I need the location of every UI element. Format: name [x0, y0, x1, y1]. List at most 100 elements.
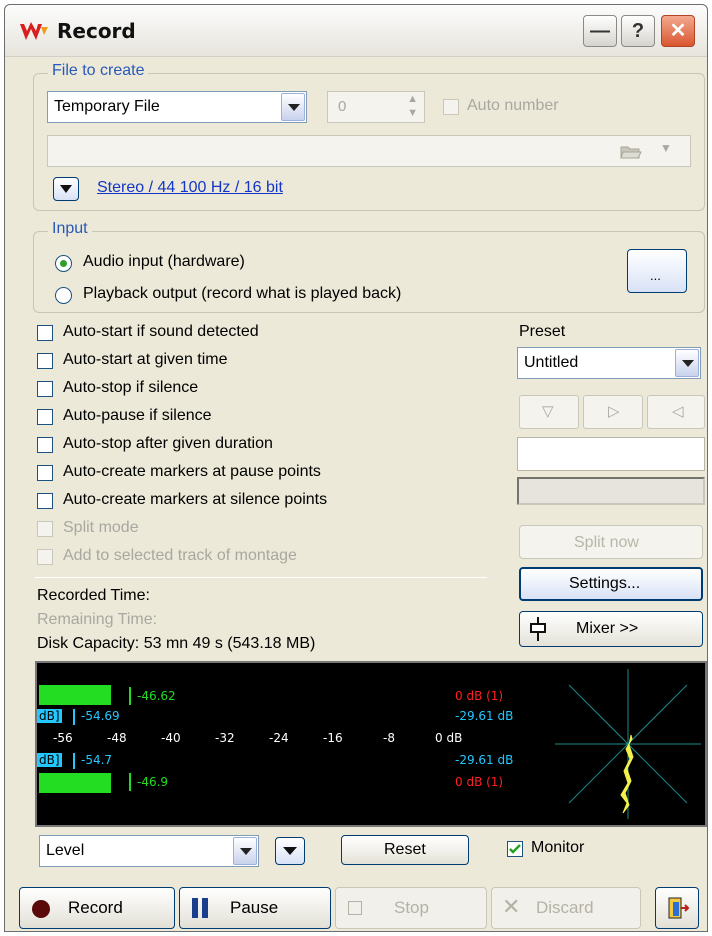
clip-count-right: 0 dB (1)	[455, 775, 504, 789]
rms-tag-left: dB]	[37, 709, 62, 723]
peak-value-left: -46.62	[137, 689, 176, 703]
option-label: Auto-create markers at pause points	[63, 463, 321, 480]
phase-scope	[555, 669, 701, 819]
input-group-legend: Input	[48, 220, 92, 238]
monitor-label: Monitor	[531, 839, 585, 856]
ellipsis-label: ...	[650, 268, 661, 283]
help-icon: ?	[631, 20, 645, 42]
option-label: Add to selected track of montage	[63, 547, 297, 564]
preset-name-field[interactable]	[517, 437, 705, 471]
discard-button[interactable]: ✕ Discard	[491, 887, 641, 929]
file-path-input[interactable]: ▼	[47, 135, 691, 167]
clip-count-left: 0 dB (1)	[455, 689, 504, 703]
scale-tick: -56	[53, 731, 73, 745]
record-label: Record	[68, 898, 123, 917]
format-menu-button[interactable]	[53, 177, 79, 201]
rms-value-right: -54.7	[81, 753, 113, 767]
chevron-down-icon[interactable]	[675, 349, 699, 377]
option-label: Auto-start at given time	[63, 351, 228, 368]
minimize-button[interactable]: —	[583, 15, 617, 47]
preset-prev-button[interactable]: ◁	[647, 395, 705, 429]
checkmark-icon	[509, 844, 521, 854]
level-meter-display: -46.62 0 dB (1) dB] -54.69 -29.61 dB -56…	[35, 661, 707, 827]
meter-mode-value: Level	[46, 842, 85, 859]
recorded-time-label: Recorded Time:	[37, 587, 150, 604]
divider	[35, 577, 487, 578]
auto-start-sound-checkbox[interactable]	[37, 325, 53, 341]
input-settings-button[interactable]: ...	[627, 249, 687, 293]
stop-button[interactable]: Stop	[335, 887, 487, 929]
triangle-down-icon	[60, 185, 72, 193]
playback-output-radio[interactable]	[55, 287, 72, 304]
meter-menu-button[interactable]	[275, 837, 305, 865]
window-title: Record	[57, 19, 136, 43]
chevron-down-icon[interactable]	[281, 93, 305, 121]
option-label: Auto-stop after given duration	[63, 435, 273, 452]
help-button[interactable]: ?	[621, 15, 655, 47]
reset-label: Reset	[384, 841, 426, 858]
scale-tick: -24	[269, 731, 289, 745]
chevron-down-icon[interactable]	[233, 837, 257, 865]
minimize-icon: —	[590, 20, 610, 42]
triangle-left-outline-icon: ◁	[672, 403, 684, 420]
monitor-checkbox[interactable]	[507, 841, 523, 857]
auto-start-time-checkbox[interactable]	[37, 353, 53, 369]
peak-bar-right	[39, 773, 111, 793]
stepper-arrows-icon[interactable]: ▲ ▼	[407, 92, 418, 120]
remaining-time-label: Remaining Time:	[37, 611, 158, 628]
option-label: Auto-create markers at silence points	[63, 491, 328, 508]
number-value: 0	[338, 98, 347, 115]
number-stepper[interactable]: 0 ▲ ▼	[327, 91, 425, 123]
settings-button[interactable]: Settings...	[519, 567, 703, 601]
split-now-button[interactable]: Split now	[519, 525, 703, 559]
stop-label: Stop	[394, 898, 429, 917]
rms-marker-left	[73, 709, 75, 725]
markers-silence-checkbox[interactable]	[37, 493, 53, 509]
option-label: Split mode	[63, 519, 139, 536]
close-button[interactable]: ✕	[661, 15, 695, 47]
record-button[interactable]: Record	[19, 887, 175, 929]
auto-pause-silence-checkbox[interactable]	[37, 409, 53, 425]
split-mode-checkbox[interactable]	[37, 521, 53, 537]
folder-open-icon[interactable]	[620, 144, 642, 160]
pause-label: Pause	[230, 898, 279, 917]
preset-next-button[interactable]: ▷	[583, 395, 643, 429]
audio-input-radio[interactable]	[55, 255, 72, 272]
option-label: Auto-start if sound detected	[63, 323, 259, 340]
reset-button[interactable]: Reset	[341, 835, 469, 865]
preset-save-button[interactable]: ▽	[519, 395, 579, 429]
auto-number-checkbox[interactable]	[443, 99, 459, 115]
title-bar[interactable]: Record — ? ✕	[5, 5, 707, 57]
scale-tick: -16	[323, 731, 343, 745]
fader-icon	[530, 617, 546, 641]
rms-marker-right	[73, 753, 75, 769]
pause-icon	[192, 898, 198, 918]
auto-stop-duration-checkbox[interactable]	[37, 437, 53, 453]
auto-number-label: Auto number	[467, 97, 559, 114]
peak-marker-left	[129, 687, 131, 705]
peak-bar-left	[39, 685, 111, 705]
stop-icon	[348, 901, 362, 915]
exit-button[interactable]	[655, 887, 699, 929]
preset-label: Preset	[519, 323, 566, 340]
wavelab-logo-icon	[20, 22, 48, 40]
file-type-select[interactable]: Temporary File	[47, 91, 307, 123]
add-to-montage-checkbox[interactable]	[37, 549, 53, 565]
file-type-value: Temporary File	[54, 98, 160, 115]
pause-button[interactable]: Pause	[179, 887, 331, 929]
scale-tick: -8	[383, 731, 395, 745]
preset-select[interactable]: Untitled	[517, 347, 701, 379]
option-label: Auto-pause if silence	[63, 407, 212, 424]
path-dropdown-icon[interactable]: ▼	[660, 141, 672, 155]
option-label: Auto-stop if silence	[63, 379, 199, 396]
markers-pause-checkbox[interactable]	[37, 465, 53, 481]
mixer-button[interactable]: Mixer >>	[519, 611, 703, 647]
audio-format-link[interactable]: Stereo / 44 100 Hz / 16 bit	[97, 179, 283, 197]
auto-stop-silence-checkbox[interactable]	[37, 381, 53, 397]
exit-door-icon	[668, 897, 690, 919]
pause-icon-bar	[202, 898, 208, 918]
disk-capacity-label: Disk Capacity: 53 mn 49 s (543.18 MB)	[37, 635, 316, 652]
meter-mode-select[interactable]: Level	[39, 835, 259, 867]
triangle-down-icon	[283, 847, 297, 855]
rms-right-left: -29.61 dB	[455, 709, 514, 723]
